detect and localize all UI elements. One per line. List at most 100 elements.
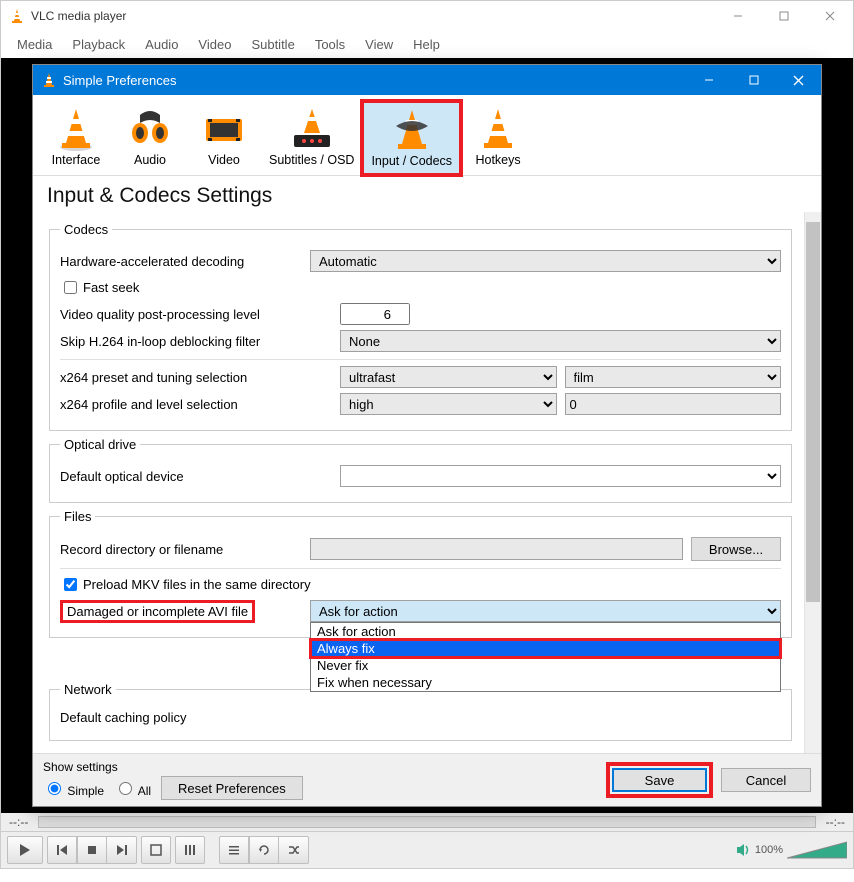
skip-select[interactable]: None [340, 330, 781, 352]
x264-profile-label: x264 profile and level selection [60, 397, 340, 412]
menu-help[interactable]: Help [403, 33, 450, 56]
fast-seek-checkbox[interactable] [64, 281, 77, 294]
optical-device-label: Default optical device [60, 469, 340, 484]
hw-decoding-select[interactable]: Automatic [310, 250, 781, 272]
stop-button[interactable] [77, 836, 107, 864]
tab-video[interactable]: Video [187, 101, 261, 175]
record-dir-input[interactable] [310, 538, 683, 560]
main-maximize-button[interactable] [761, 1, 807, 31]
tab-audio[interactable]: Audio [113, 101, 187, 175]
menu-video[interactable]: Video [188, 33, 241, 56]
settings-scroll: Codecs Hardware-accelerated decoding Aut… [33, 212, 804, 753]
play-button[interactable] [7, 836, 43, 864]
record-dir-label: Record directory or filename [60, 542, 310, 557]
tab-hotkeys-label: Hotkeys [475, 153, 520, 167]
x264-tune-select[interactable]: film [565, 366, 782, 388]
tab-subtitles[interactable]: Subtitles / OSD [261, 101, 362, 175]
avi-option-never-fix[interactable]: Never fix [311, 657, 780, 674]
shuffle-button[interactable] [279, 836, 309, 864]
x264-profile-select[interactable]: high [340, 393, 557, 415]
main-window-title: VLC media player [31, 9, 715, 23]
main-window: VLC media player Media Playback Audio Vi… [0, 0, 854, 869]
files-legend: Files [60, 509, 95, 524]
menu-media[interactable]: Media [7, 33, 62, 56]
tab-video-label: Video [208, 153, 240, 167]
category-tabs: Interface Audio Video Subtitles / OSD In… [33, 95, 821, 176]
elapsed-time: --:-- [9, 815, 28, 829]
main-minimize-button[interactable] [715, 1, 761, 31]
next-button[interactable] [107, 836, 137, 864]
avi-select[interactable]: Ask for action [310, 600, 781, 622]
show-settings-label: Show settings [43, 760, 303, 774]
x264-preset-select[interactable]: ultrafast [340, 366, 557, 388]
browse-button[interactable]: Browse... [691, 537, 781, 561]
main-titlebar: VLC media player [1, 1, 853, 31]
x264-preset-label: x264 preset and tuning selection [60, 370, 340, 385]
vlc-icon [41, 72, 57, 88]
main-close-button[interactable] [807, 1, 853, 31]
avi-option-fix-when-necessary[interactable]: Fix when necessary [311, 674, 780, 691]
dialog-footer: Show settings Simple All Reset Preferenc… [33, 753, 821, 806]
tab-hotkeys[interactable]: Hotkeys [461, 101, 535, 175]
save-button[interactable]: Save [612, 768, 707, 792]
dialog-maximize-button[interactable] [731, 65, 776, 95]
ext-settings-button[interactable] [175, 836, 205, 864]
menu-tools[interactable]: Tools [305, 33, 355, 56]
vq-label: Video quality post-processing level [60, 307, 340, 322]
x264-level-input[interactable] [565, 393, 782, 415]
avi-label: Damaged or incomplete AVI file [60, 600, 255, 623]
files-group: Files Record directory or filename Brows… [49, 509, 792, 638]
tab-input-codecs-label: Input / Codecs [371, 154, 452, 168]
menu-view[interactable]: View [355, 33, 403, 56]
avi-dropdown: Ask for action Always fix Never fix Fix … [310, 622, 781, 692]
tab-input-codecs[interactable]: Input / Codecs [362, 101, 461, 175]
optical-group: Optical drive Default optical device [49, 437, 792, 503]
settings-scrollbar[interactable] [804, 212, 821, 753]
cancel-button[interactable]: Cancel [721, 768, 811, 792]
volume-slider[interactable] [787, 840, 847, 860]
fullscreen-button[interactable] [141, 836, 171, 864]
interface-icon [47, 105, 105, 153]
menu-playback[interactable]: Playback [62, 33, 135, 56]
total-time: --:-- [826, 815, 845, 829]
optical-legend: Optical drive [60, 437, 140, 452]
avi-option-always-fix[interactable]: Always fix [311, 640, 780, 657]
reset-preferences-button[interactable]: Reset Preferences [161, 776, 303, 800]
codecs-legend: Codecs [60, 222, 112, 237]
audio-icon [121, 105, 179, 153]
vq-input[interactable] [340, 303, 410, 325]
simple-radio[interactable]: Simple [43, 779, 104, 798]
all-radio[interactable]: All [114, 779, 151, 798]
menu-audio[interactable]: Audio [135, 33, 188, 56]
optical-device-select[interactable] [340, 465, 781, 487]
vlc-icon [9, 8, 25, 24]
preferences-dialog: Simple Preferences Interface Audio Video [32, 64, 822, 807]
video-icon [195, 105, 253, 153]
codecs-group: Codecs Hardware-accelerated decoding Aut… [49, 222, 792, 431]
hotkeys-icon [469, 105, 527, 153]
dialog-minimize-button[interactable] [686, 65, 731, 95]
status-bar: --:-- --:-- [1, 813, 853, 831]
seek-bar[interactable] [38, 816, 815, 828]
playlist-button[interactable] [219, 836, 249, 864]
tab-interface-label: Interface [52, 153, 101, 167]
video-area: Simple Preferences Interface Audio Video [1, 58, 853, 813]
speaker-icon[interactable] [735, 842, 751, 858]
main-menubar: Media Playback Audio Video Subtitle Tool… [1, 31, 853, 58]
network-legend: Network [60, 682, 116, 697]
loop-button[interactable] [249, 836, 279, 864]
input-codecs-icon [383, 106, 441, 154]
controls-row: 100% [1, 831, 853, 868]
dialog-close-button[interactable] [776, 65, 821, 95]
hw-decoding-label: Hardware-accelerated decoding [60, 254, 310, 269]
tab-interface[interactable]: Interface [39, 101, 113, 175]
volume-percent: 100% [755, 844, 783, 856]
avi-option-ask[interactable]: Ask for action [311, 623, 780, 640]
fast-seek-label: Fast seek [83, 280, 139, 295]
prev-button[interactable] [47, 836, 77, 864]
tab-audio-label: Audio [134, 153, 166, 167]
menu-subtitle[interactable]: Subtitle [241, 33, 304, 56]
preload-mkv-checkbox[interactable] [64, 578, 77, 591]
subtitles-icon [283, 105, 341, 153]
dialog-titlebar: Simple Preferences [33, 65, 821, 95]
